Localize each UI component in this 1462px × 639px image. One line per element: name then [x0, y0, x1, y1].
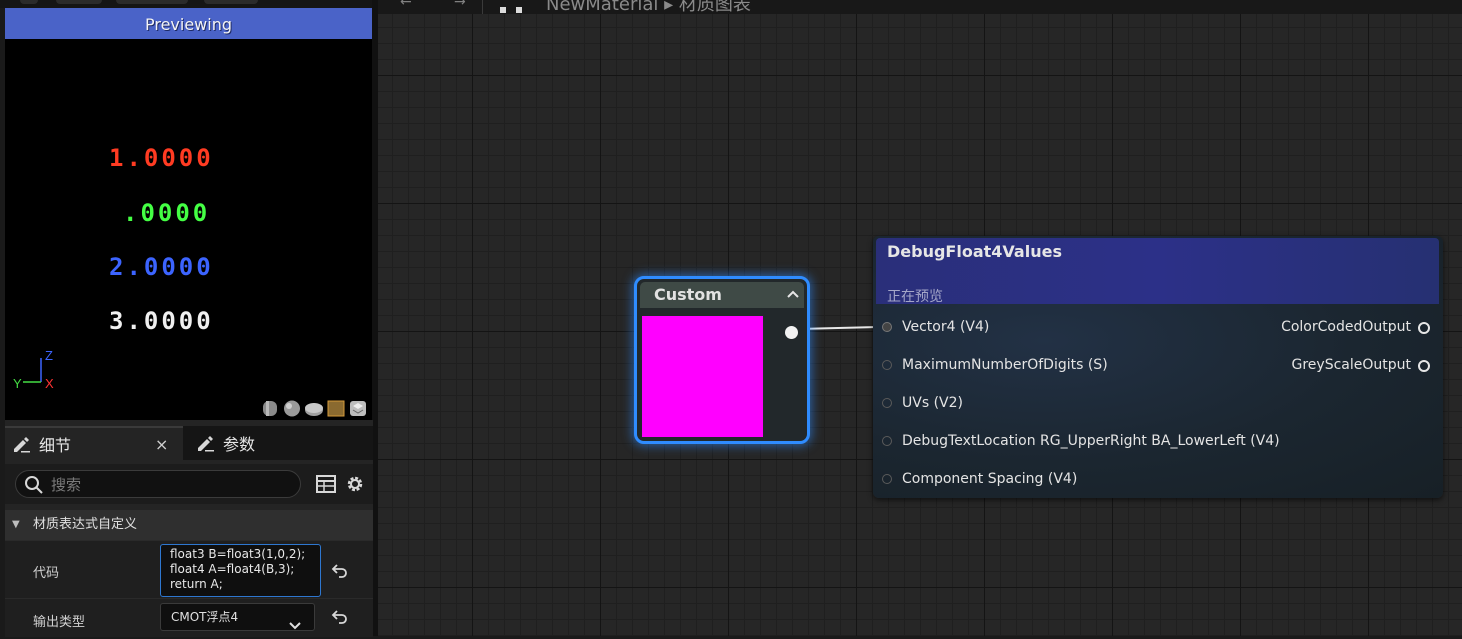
details-tabbar: 细节 × 参数: [5, 426, 373, 460]
close-tab-icon[interactable]: ×: [155, 435, 168, 454]
output-pin[interactable]: [1418, 360, 1430, 372]
collapse-arrow-icon[interactable]: ▼: [12, 510, 20, 540]
debug-float4-values-node[interactable]: DebugFloat4Values 正在预览 Vector4 (V4) Colo…: [873, 236, 1443, 498]
edit-icon: [11, 434, 31, 454]
left-toolbar-strip: [0, 0, 378, 8]
tab-details[interactable]: 细节 ×: [5, 426, 183, 460]
axis-y-label: Y: [13, 376, 22, 391]
gear-icon[interactable]: [345, 474, 365, 498]
output-pin-label: ColorCodedOutput: [1281, 319, 1411, 335]
input-pin-label: Vector4 (V4): [902, 319, 990, 335]
cube-icon[interactable]: [326, 400, 346, 417]
pin-row: DebugTextLocation RG_UpperRight BA_Lower…: [873, 431, 1443, 453]
edit-icon: [195, 433, 215, 453]
output-pin[interactable]: [785, 326, 798, 339]
preview-shape-buttons: [260, 400, 368, 417]
chevron-up-icon[interactable]: [786, 282, 800, 308]
teapot-icon[interactable]: [348, 400, 368, 417]
section-header-material-expression-custom[interactable]: ▼ 材质表达式自定义: [5, 510, 373, 540]
toolbar-stub[interactable]: [56, 0, 102, 4]
debug-node-status: 正在预览: [887, 289, 943, 305]
debug-value-b: 2.0000: [109, 253, 214, 281]
custom-node-title: Custom: [654, 285, 722, 304]
axis-z-label: Z: [45, 348, 53, 363]
input-pin[interactable]: [882, 474, 892, 484]
output-pin[interactable]: [1418, 322, 1430, 334]
plane-icon[interactable]: [304, 400, 324, 417]
details-search-row: [5, 464, 373, 504]
input-pin-label: Component Spacing (V4): [902, 471, 1078, 487]
input-pin-label: UVs (V2): [902, 395, 963, 411]
custom-node[interactable]: Custom: [634, 276, 810, 444]
section-title: 材质表达式自定义: [33, 517, 138, 532]
previewing-banner: Previewing: [5, 8, 372, 39]
sphere-icon[interactable]: [282, 400, 302, 417]
reset-to-default-icon[interactable]: [331, 561, 349, 579]
debug-value-r: 1.0000: [109, 144, 214, 172]
reset-to-default-icon[interactable]: [331, 607, 349, 625]
output-type-label: 输出类型: [33, 615, 86, 630]
input-pin-label: MaximumNumberOfDigits (S): [902, 357, 1108, 373]
property-row-code: 代码 float3 B=float3(1,0,2); float4 A=floa…: [5, 540, 373, 601]
material-preview-viewport[interactable]: Previewing 1.0000 .0000 2.0000 3.0000 Z …: [5, 8, 372, 420]
output-type-value: CMOT浮点4: [171, 610, 239, 624]
pin-row: UVs (V2): [873, 393, 1443, 415]
debug-node-title: DebugFloat4Values: [887, 242, 1062, 261]
input-pin[interactable]: [882, 360, 892, 370]
toolbar-stub[interactable]: [20, 0, 38, 4]
table-view-icon[interactable]: [316, 475, 336, 497]
pin-row: Vector4 (V4) ColorCodedOutput: [873, 317, 1443, 339]
search-field[interactable]: [15, 470, 301, 498]
cylinder-icon[interactable]: [260, 400, 280, 417]
tab-parameters[interactable]: 参数: [189, 426, 339, 460]
code-text-field[interactable]: float3 B=float3(1,0,2); float4 A=float4(…: [160, 544, 321, 597]
chevron-down-icon: [289, 613, 301, 639]
code-label: 代码: [33, 566, 60, 581]
tab-parameters-label: 参数: [223, 435, 256, 454]
property-row-output-type: 输出类型 CMOT浮点4: [5, 598, 373, 637]
material-graph-canvas[interactable]: ← → NewMaterial ▸ 材质图表 Custom DebugFloat…: [378, 0, 1462, 636]
toolbar-stub[interactable]: [204, 0, 258, 4]
output-type-dropdown[interactable]: CMOT浮点4: [160, 603, 315, 631]
details-panel: 细节 × 参数 ▼ 材质表达式自定义 代码 float3 B=float3(1: [5, 420, 373, 637]
input-pin-label: DebugTextLocation RG_UpperRight BA_Lower…: [902, 433, 1280, 449]
axis-gizmo-icon: Z Y X: [13, 348, 54, 391]
output-pin-label: GreyScaleOutput: [1291, 357, 1412, 373]
tab-details-label: 细节: [39, 436, 72, 455]
search-icon: [24, 475, 44, 499]
axis-gizmo: Z Y X: [11, 344, 65, 394]
pin-row: Component Spacing (V4): [873, 469, 1443, 491]
debug-node-title-bar[interactable]: DebugFloat4Values 正在预览: [876, 238, 1439, 305]
debug-value-a: 3.0000: [109, 307, 214, 335]
custom-node-title-bar[interactable]: Custom: [640, 282, 804, 308]
input-pin[interactable]: [882, 436, 892, 446]
custom-node-preview-swatch: [642, 316, 763, 437]
search-input[interactable]: [49, 473, 283, 497]
pin-row: MaximumNumberOfDigits (S) GreyScaleOutpu…: [873, 355, 1443, 377]
debug-value-g: .0000: [123, 199, 211, 227]
toolbar-stub[interactable]: [116, 0, 188, 4]
axis-x-label: X: [45, 376, 54, 391]
input-pin[interactable]: [882, 398, 892, 408]
input-pin[interactable]: [882, 322, 892, 332]
